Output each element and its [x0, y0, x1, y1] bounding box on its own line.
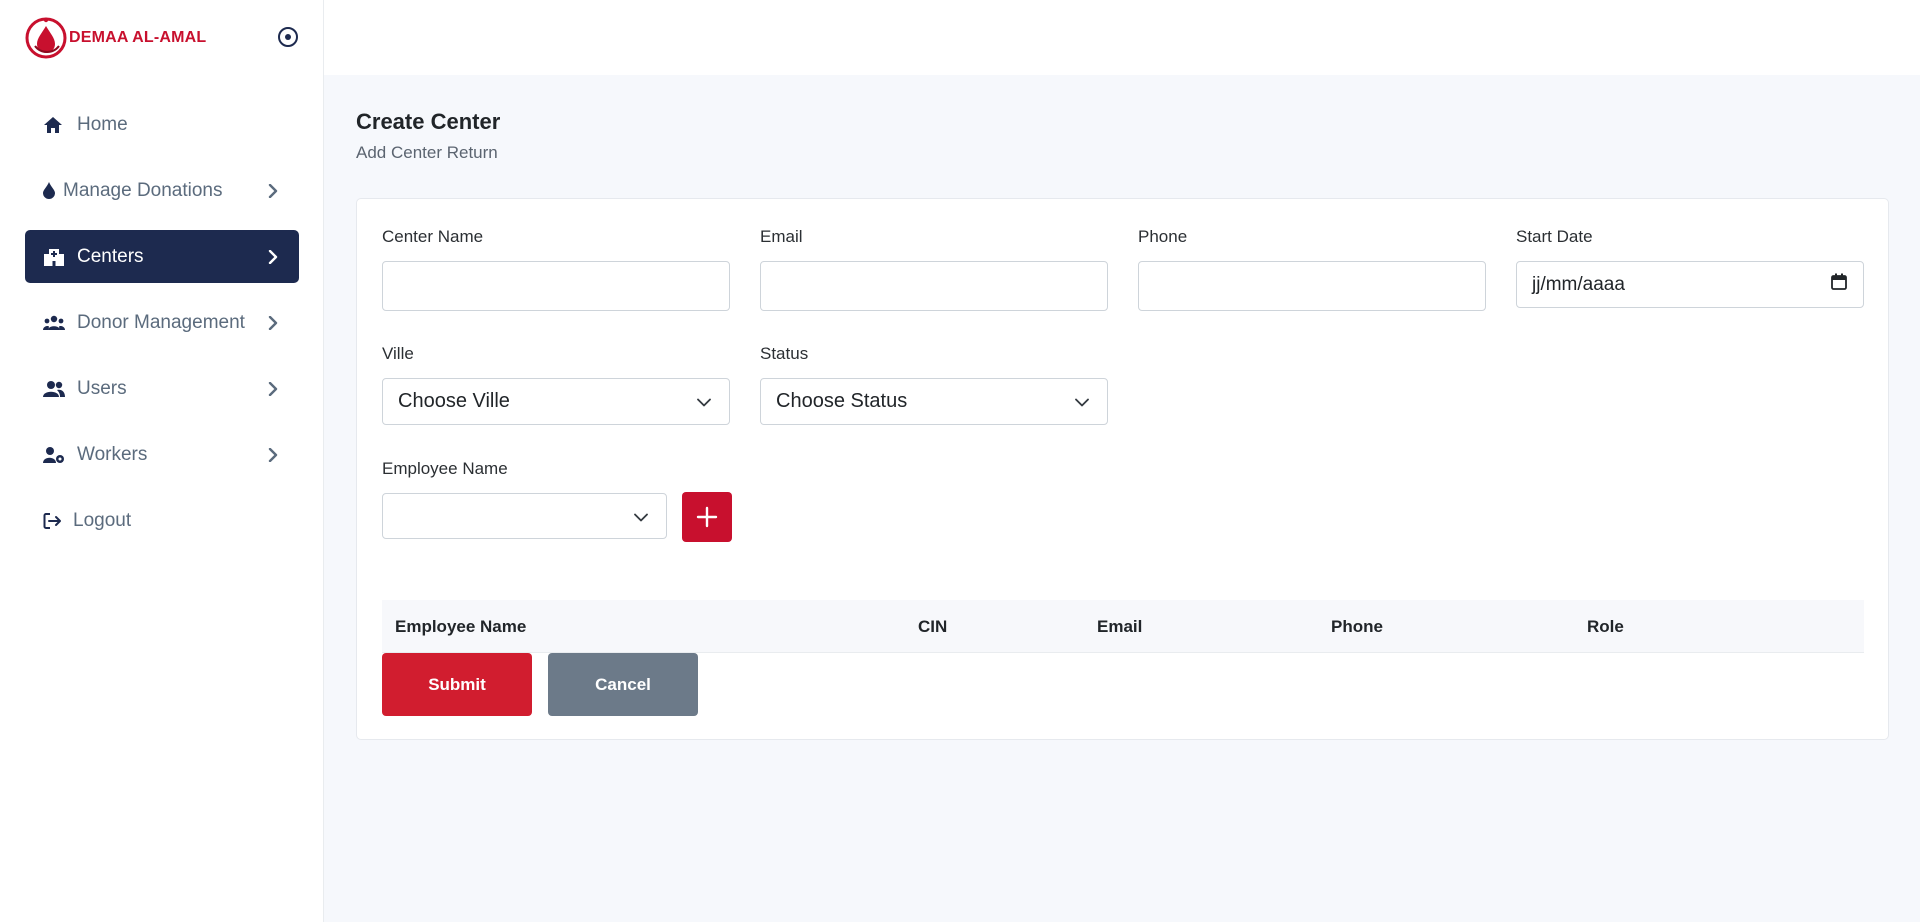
sidebar-item-label: Users: [77, 377, 127, 399]
brand-logo[interactable]: DEMAA AL-AMAL: [25, 16, 206, 60]
sidebar-item-users[interactable]: Users: [25, 362, 299, 415]
chevron-right-icon: [265, 249, 281, 264]
sidebar-item-label: Manage Donations: [63, 179, 223, 201]
sidebar-item-centers[interactable]: Centers: [25, 230, 299, 283]
employee-name-label: Employee Name: [382, 459, 508, 478]
top-bar: [324, 0, 1920, 75]
chevron-down-icon: [697, 390, 711, 413]
app-root: DEMAA AL-AMAL Home Manage Donations Cent…: [0, 0, 1920, 922]
circle-dot-icon: [278, 27, 298, 47]
phone-input[interactable]: [1138, 261, 1486, 311]
sidebar-item-label: Home: [77, 113, 128, 135]
ville-selected-value: Choose Ville: [398, 390, 510, 412]
submit-button[interactable]: Submit: [382, 653, 532, 716]
sidebar-item-label: Workers: [77, 443, 148, 465]
sidebar-item-home[interactable]: Home: [25, 98, 299, 151]
ville-field: Ville Choose Ville: [382, 344, 730, 425]
center-name-input[interactable]: [382, 261, 730, 311]
column-header-employee-name: Employee Name: [395, 616, 527, 636]
center-name-label: Center Name: [382, 227, 484, 246]
user-gear-icon: [43, 446, 67, 464]
email-field: Email: [760, 227, 1108, 311]
cancel-button[interactable]: Cancel: [548, 653, 698, 716]
ville-select[interactable]: Choose Ville: [382, 378, 730, 425]
hospital-icon: [43, 248, 67, 266]
phone-label: Phone: [1138, 227, 1188, 246]
chevron-down-icon: [1075, 390, 1089, 413]
chevron-down-icon: [634, 505, 648, 528]
add-employee-button[interactable]: [682, 492, 732, 542]
chevron-right-icon: [265, 381, 281, 396]
status-label: Status: [760, 344, 809, 363]
start-date-field: Start Date jj/mm/aaaa: [1516, 227, 1864, 308]
sidebar-item-logout[interactable]: Logout: [25, 494, 299, 547]
column-header-phone: Phone: [1331, 616, 1383, 636]
sidebar-item-workers[interactable]: Workers: [25, 428, 299, 481]
employee-name-field: Employee Name: [382, 459, 667, 539]
start-date-input[interactable]: jj/mm/aaaa: [1516, 261, 1864, 308]
plus-icon: [696, 506, 718, 528]
sidebar: DEMAA AL-AMAL Home Manage Donations Cent…: [0, 0, 324, 922]
status-field: Status Choose Status: [760, 344, 1108, 425]
page-title: Create Center: [356, 109, 501, 134]
create-center-form: Center Name Email Phone Start Date jj/mm…: [356, 198, 1889, 740]
chevron-right-icon: [265, 315, 281, 330]
sidebar-item-manage-donations[interactable]: Manage Donations: [25, 164, 299, 217]
start-date-placeholder: jj/mm/aaaa: [1532, 273, 1625, 295]
sidebar-toggle-button[interactable]: [276, 25, 300, 49]
users-group-icon: [43, 315, 67, 331]
home-icon: [43, 116, 67, 134]
status-select[interactable]: Choose Status: [760, 378, 1108, 425]
chevron-right-icon: [265, 447, 281, 462]
column-header-role: Role: [1587, 616, 1624, 636]
column-header-cin: CIN: [918, 616, 948, 636]
start-date-label: Start Date: [1516, 227, 1593, 246]
blood-drop-logo-icon: [25, 17, 67, 59]
page-header: Create Center Add Center Return: [356, 109, 500, 163]
center-name-field: Center Name: [382, 227, 730, 311]
status-selected-value: Choose Status: [776, 390, 908, 412]
sidebar-nav: Home Manage Donations Centers Donor Mana…: [25, 98, 299, 560]
ville-label: Ville: [382, 344, 414, 363]
brand-name: DEMAA AL-AMAL: [69, 29, 207, 46]
calendar-icon[interactable]: [1831, 273, 1847, 296]
email-label: Email: [760, 227, 803, 246]
email-input[interactable]: [760, 261, 1108, 311]
main-content: Create Center Add Center Return Center N…: [324, 0, 1920, 922]
drop-icon: [43, 182, 61, 199]
sidebar-item-label: Centers: [77, 245, 144, 267]
logout-icon: [43, 512, 63, 530]
page-subtitle: Add Center Return: [356, 143, 498, 162]
phone-field: Phone: [1138, 227, 1486, 311]
column-header-email: Email: [1097, 616, 1143, 636]
sidebar-item-donor-management[interactable]: Donor Management: [25, 296, 299, 349]
chevron-right-icon: [265, 183, 281, 198]
users-icon: [43, 380, 67, 397]
employee-name-select[interactable]: [382, 493, 667, 539]
sidebar-item-label: Donor Management: [77, 311, 245, 333]
employees-table-header: Employee Name CIN Email Phone Role: [382, 600, 1864, 653]
sidebar-item-label: Logout: [73, 509, 132, 531]
